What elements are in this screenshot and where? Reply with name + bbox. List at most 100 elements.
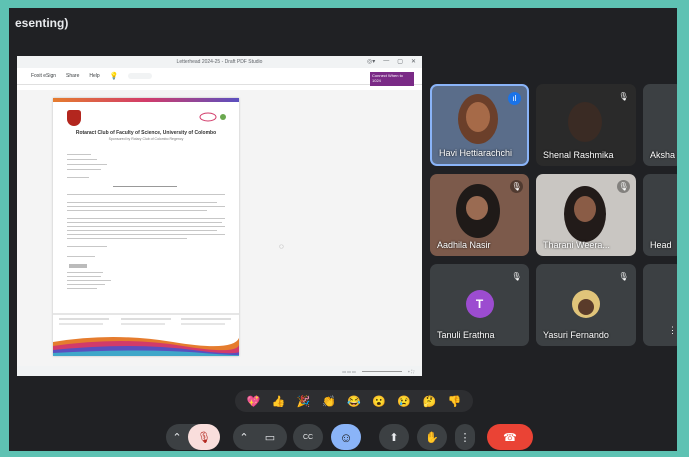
participant-name: Yasuri Fernando [543,330,609,340]
participant-face [574,196,596,222]
signature [69,264,87,268]
text-line [67,177,89,179]
participant-name: Aadhila Nasir [437,240,491,250]
participant-tile[interactable]: 🎙 Yasuri Fernando [536,264,636,346]
text-line [67,288,97,290]
text-line [67,210,207,212]
text-line [67,272,103,274]
org-name: Rotaract Club of Faculty of Science, Uni… [75,130,217,136]
reaction-thinking-button[interactable]: 🤔 [422,395,436,408]
text-line [67,206,225,208]
text-line [67,238,187,240]
avatar [572,290,600,318]
participant-name: Tharani Weera... [543,240,610,250]
participant-tile[interactable]: 🎙 Tharani Weera... [536,174,636,256]
captions-button[interactable]: CC [293,424,323,450]
text-line [67,226,225,228]
participant-face [466,196,488,220]
participant-tile[interactable]: T 🎙 Tanuli Erathna [430,264,529,346]
participant-tile[interactable]: ⋮ [643,264,677,346]
menu-item: Help [89,73,100,79]
avatar: T [465,290,494,318]
speaking-indicator-icon: ıl [508,92,521,105]
text-line [67,169,101,171]
participant-name: Head [650,240,672,250]
reaction-laugh-button[interactable]: 😂 [347,395,361,408]
end-call-button[interactable]: ☎ [487,424,533,450]
text-line [67,154,91,156]
participant-name: Tanuli Erathna [437,330,495,340]
reaction-bar: 💖 👍 🎉 👏 😂 😮 😢 🤔 👎 [235,390,473,412]
participant-tile[interactable]: 🎙 Shenal Rashmika [536,84,636,166]
minimize-icon: — [383,58,390,64]
reaction-clap-button[interactable]: 👏 [322,395,336,408]
shared-screen: Letterhead 2024-25 - Draft PDF Studio ◎▾… [17,56,422,376]
close-icon: ✕ [410,59,416,65]
notification-banner: Connect When to 1024 [370,72,414,86]
letter-heading [113,186,177,188]
zoom-level: + ⛶ [407,368,414,374]
text-line [67,218,225,220]
text-line [67,202,217,204]
reaction-thumbs-up-button[interactable]: 👍 [272,395,286,408]
chevron-up-icon[interactable]: ⌃ [233,431,255,444]
partner-logo [199,112,226,122]
org-subtitle: Sponsored by Rotary Club of Colombo Rege… [108,137,184,141]
emoji-button[interactable]: ☺ [331,424,361,450]
meet-window: esenting) Letterhead 2024-25 - Draft PDF… [9,8,677,451]
mic-off-button[interactable]: 🎙 [188,424,220,450]
participant-name: Havi Hettiarachchi [439,148,513,158]
text-line [67,230,217,232]
text-line [67,280,111,282]
footer-wave [53,313,239,356]
document-page: Rotaract Club of Faculty of Science, Uni… [53,98,239,356]
mic-off-icon: 🎙 [510,180,523,193]
mic-off-icon: 🎙 [511,272,522,281]
text-line [67,276,101,278]
participant-tile[interactable]: ıl Havi Hettiarachchi [430,84,529,166]
text-line [67,256,95,258]
cursor-icon: ◌ [279,242,284,251]
menu-item: Foxit eSign [31,73,57,79]
maximize-icon: ▢ [397,59,403,65]
text-line [67,194,225,196]
reaction-sad-button[interactable]: 😢 [397,395,411,408]
club-logo [67,110,81,126]
audio-control-group: ⌃ 🎙 [166,424,220,450]
raise-hand-button[interactable]: ✋ [417,424,447,450]
shared-window-menubar: Foxit eSign Share Help 💡 Connect When to… [17,68,422,86]
window-controls: ◎▾ — ▢ ✕ [367,58,416,65]
menu-item: Share [66,73,80,79]
text-line [67,159,97,161]
document-canvas: Rotaract Club of Faculty of Science, Uni… [17,90,422,366]
presenting-title: esenting) [15,16,69,30]
reaction-heart-button[interactable]: 💖 [247,395,261,408]
chevron-up-icon[interactable]: ⌃ [166,431,188,444]
reaction-thumbs-down-button[interactable]: 👎 [448,395,462,408]
participant-tile[interactable]: 🎙 Aadhila Nasir [430,174,529,256]
camera-button[interactable]: ▭ [255,431,285,444]
mic-off-icon: 🎙 [618,272,629,281]
present-button[interactable]: ⬆ [379,424,409,450]
profile-icon: ◎▾ [367,59,376,65]
shared-window-titlebar: Letterhead 2024-25 - Draft PDF Studio ◎▾… [17,56,422,68]
text-line [67,284,105,286]
view-icon: ▭ ▭ ▭ [342,368,356,374]
zoom-slider [361,370,402,372]
participant-tile[interactable]: Head [643,174,677,256]
top-bar: esenting) [9,8,677,38]
tell-me-box [128,73,153,79]
mic-off-icon: 🎙 [618,92,629,101]
reaction-surprised-button[interactable]: 😮 [372,395,386,408]
participant-name: Aksha [650,150,676,160]
participant-name: Shenal Rashmika [543,150,614,160]
shared-window-title: Letterhead 2024-25 - Draft PDF Studio [176,59,263,65]
more-options-button[interactable]: ⋮ [455,424,475,450]
text-line [67,164,107,166]
text-line [67,222,222,224]
reaction-party-button[interactable]: 🎉 [297,395,311,408]
participant-tile[interactable]: Aksha [643,84,677,166]
more-participants-icon: ⋮ [668,325,677,335]
participant-video [568,102,602,142]
notification-text: Connect When to 1024 [372,73,403,83]
